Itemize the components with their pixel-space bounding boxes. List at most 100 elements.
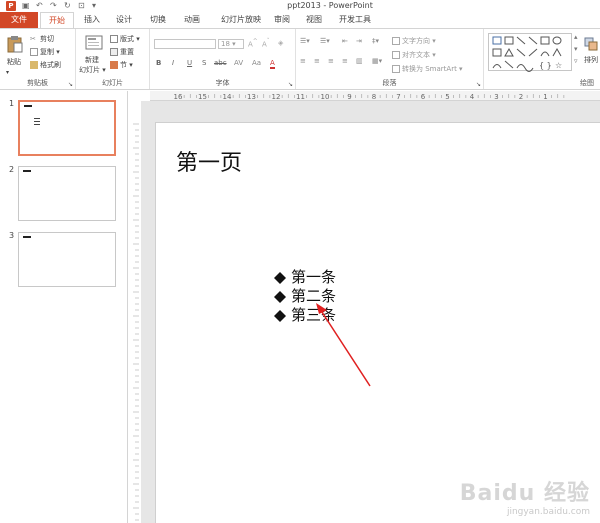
clipboard-group: 粘贴 ▾ ✂ 剪切 复制 ▾ 格式刷 剪贴板 ↘: [0, 29, 76, 89]
paste-button[interactable]: 粘贴: [7, 57, 21, 67]
smartart-button[interactable]: 转换为 SmartArt ▾: [392, 64, 463, 74]
ruler-label: 11: [296, 93, 305, 101]
svg-text:{ }: { }: [539, 61, 552, 70]
bullet-item[interactable]: 第一条: [274, 268, 336, 287]
line-spacing-icon[interactable]: ‡▾: [372, 37, 379, 45]
diamond-bullet-icon: [274, 290, 286, 303]
shapes-gallery-icons: { } ☆: [492, 36, 562, 72]
cut-button[interactable]: ✂ 剪切: [30, 34, 54, 44]
distribute-icon[interactable]: ▥: [356, 57, 363, 65]
tab-home[interactable]: 开始: [40, 12, 74, 29]
gallery-up-icon[interactable]: ▴: [574, 33, 578, 41]
slide-title[interactable]: 第一页: [176, 145, 242, 177]
font-group-label: 字体: [215, 79, 230, 87]
ruler-label: 5: [445, 93, 449, 101]
clipboard-launcher-icon[interactable]: ↘: [68, 81, 73, 88]
new-slide-label-2[interactable]: 幻灯片 ▾: [79, 65, 106, 75]
shapes-gallery[interactable]: { } ☆: [488, 33, 572, 72]
tab-transitions[interactable]: 切换: [146, 12, 170, 28]
format-painter-button[interactable]: 格式刷: [30, 60, 61, 70]
bullet-list[interactable]: 第一条 第二条 第三条: [274, 268, 336, 325]
paragraph-launcher-icon[interactable]: ↘: [476, 81, 481, 88]
slide-number-2: 2: [9, 165, 15, 174]
arrange-icon[interactable]: [584, 37, 598, 51]
clipboard-group-label: 剪贴板: [27, 79, 48, 87]
align-text-button[interactable]: 对齐文本 ▾: [392, 50, 436, 60]
font-size-combo[interactable]: 18 ▾: [218, 39, 244, 49]
gallery-down-icon[interactable]: ▾: [574, 45, 578, 53]
slide-thumbnail-3[interactable]: [18, 232, 116, 287]
slides-group: 新建 幻灯片 ▾ 版式 ▾ 重置 节 ▾ 幻灯片: [76, 29, 150, 89]
shadow-button[interactable]: S: [202, 59, 206, 67]
ruler-label: 7: [396, 93, 400, 101]
slide-number-1: 1: [9, 99, 15, 108]
font-name-combo[interactable]: [154, 39, 216, 49]
tab-developer[interactable]: 开发工具: [336, 12, 374, 28]
new-slide-label-1[interactable]: 新建: [85, 55, 99, 65]
tab-review[interactable]: 审阅: [270, 12, 294, 28]
gallery-more-icon[interactable]: ▿: [574, 57, 578, 65]
text-direction-button[interactable]: 文字方向 ▾: [392, 36, 436, 46]
arrange-button[interactable]: 排列: [584, 55, 598, 65]
justify-icon[interactable]: ≡: [342, 57, 348, 65]
tab-design[interactable]: 设计: [112, 12, 136, 28]
change-case-icon[interactable]: Aa: [252, 59, 261, 67]
font-launcher-icon[interactable]: ↘: [288, 81, 293, 88]
paste-icon[interactable]: [7, 35, 23, 53]
italic-button[interactable]: I: [172, 59, 174, 67]
new-slide-icon[interactable]: [85, 34, 103, 52]
title-bar: P ▣ ↶ ↷ ↻ ⊡ ▾ ppt2013 - PowerPoint: [0, 0, 600, 12]
tab-file[interactable]: 文件: [0, 12, 38, 28]
drawing-group: { } ☆ ▴ ▾ ▿ 排列 绘图: [484, 29, 600, 89]
thumb-title-mark: [23, 170, 31, 172]
copy-button[interactable]: 复制 ▾: [30, 47, 60, 57]
copy-icon: [30, 48, 38, 56]
bullets-icon[interactable]: ☰▾: [300, 37, 310, 45]
tab-animations[interactable]: 动画: [180, 12, 204, 28]
bullet-text-1: 第一条: [291, 268, 337, 286]
layout-button[interactable]: 版式 ▾: [110, 34, 140, 44]
align-center-icon[interactable]: ≡: [314, 57, 320, 65]
shrink-font-button[interactable]: Aˇ: [262, 39, 270, 48]
vertical-ruler: [131, 120, 141, 523]
text-direction-icon: [392, 37, 400, 45]
ruler-ticks: 16 15 14 13 12 11 10 9 8 7 6 5 4 3 2 1: [174, 93, 565, 101]
paste-dropdown-icon[interactable]: ▾: [6, 69, 9, 76]
watermark: Baidu 经验 jingyan.baidu.com: [460, 475, 590, 517]
slide-thumbnail-2[interactable]: [18, 166, 116, 221]
bold-button[interactable]: B: [156, 59, 161, 67]
char-spacing-icon[interactable]: AV: [234, 59, 243, 67]
clear-format-icon[interactable]: ◈: [278, 39, 283, 47]
brush-icon: [30, 61, 38, 69]
align-text-icon: [392, 51, 400, 59]
thumb-title-mark: [24, 105, 32, 107]
slide-editor[interactable]: 第一页 第一条 第二条 第三条: [155, 122, 600, 523]
align-left-icon[interactable]: ≡: [300, 57, 306, 65]
tab-insert[interactable]: 插入: [80, 12, 104, 28]
watermark-url: jingyan.baidu.com: [506, 507, 590, 517]
columns-icon[interactable]: ▦▾: [372, 57, 382, 65]
horizontal-ruler: 16 15 14 13 12 11 10 9 8 7 6 5 4 3 2 1: [150, 91, 600, 101]
section-button[interactable]: 节 ▾: [110, 60, 133, 70]
ruler-label: 14: [223, 93, 232, 101]
align-right-icon[interactable]: ≡: [328, 57, 334, 65]
grow-font-button[interactable]: A^: [248, 39, 258, 48]
strikethrough-button[interactable]: abc: [214, 59, 227, 67]
ruler-label: 12: [272, 93, 281, 101]
underline-button[interactable]: U: [187, 59, 192, 67]
bullet-item[interactable]: 第三条: [274, 306, 336, 325]
numbering-icon[interactable]: ☰▾: [320, 37, 330, 45]
ruler-label: 16: [174, 93, 183, 101]
ruler-label: 13: [247, 93, 256, 101]
slide-thumbnail-1[interactable]: [18, 100, 116, 156]
tab-view[interactable]: 视图: [302, 12, 326, 28]
increase-indent-icon[interactable]: ⇥: [356, 37, 362, 45]
tab-slideshow[interactable]: 幻灯片放映: [214, 12, 268, 28]
svg-text:☆: ☆: [555, 61, 562, 70]
ribbon-tabs: 文件 开始 插入 设计 切换 动画 幻灯片放映 审阅 视图 开发工具: [0, 12, 600, 29]
ruler-label: 3: [494, 93, 498, 101]
reset-button[interactable]: 重置: [110, 47, 134, 57]
decrease-indent-icon[interactable]: ⇤: [342, 37, 348, 45]
font-color-icon[interactable]: A: [270, 59, 275, 69]
bullet-item[interactable]: 第二条: [274, 287, 336, 306]
